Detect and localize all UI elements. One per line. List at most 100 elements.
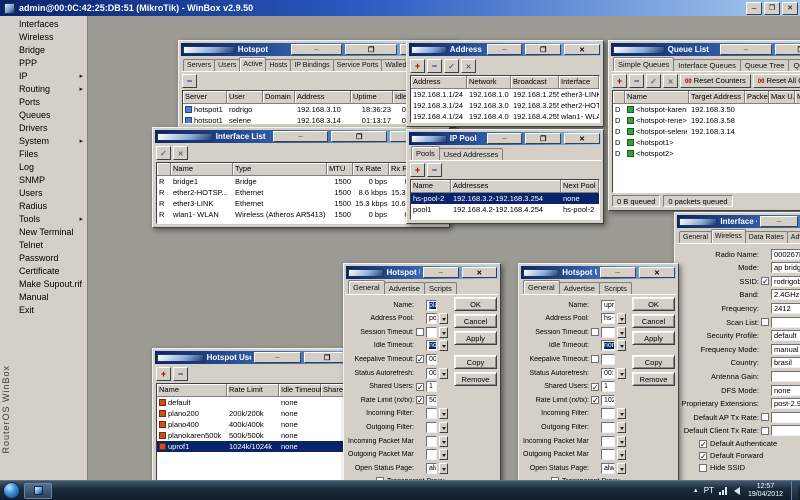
field-input[interactable]: 000267B8BSAA	[771, 249, 800, 260]
menu-item[interactable]: Drivers ▸	[16, 122, 87, 135]
column-header[interactable]	[157, 163, 171, 176]
close-icon[interactable]	[639, 267, 675, 278]
field-input[interactable]	[601, 436, 615, 447]
tab[interactable]: Scripts	[599, 282, 632, 294]
menu-item[interactable]: New Terminal ▸	[16, 226, 87, 239]
dropdown-arrow-icon[interactable]	[439, 368, 448, 379]
dialog-button[interactable]: Remove	[454, 372, 497, 386]
maximize-icon[interactable]	[764, 2, 780, 15]
field-input[interactable]: always	[601, 463, 615, 474]
dialog-button[interactable]: Remove	[632, 372, 675, 386]
column-header[interactable]: Uptime	[351, 91, 393, 104]
tab[interactable]: Queue Types	[788, 59, 800, 71]
column-header[interactable]: Address	[411, 76, 467, 89]
menu-item[interactable]: Password ▸	[16, 252, 87, 265]
table-row[interactable]: D <hotspot2> 8 bps 24 b	[613, 148, 800, 159]
table-row[interactable]: R wlan1- WLAN Wireless (Atheros AR5413) …	[157, 209, 445, 220]
menu-item[interactable]: IP ▸	[16, 70, 87, 83]
dropdown-arrow-icon[interactable]	[439, 340, 448, 351]
dropdown-arrow-icon[interactable]	[617, 368, 626, 379]
field-input[interactable]: 1	[426, 381, 437, 392]
table-row[interactable]: R bridge1 Bridge 1500 0 bps 0 bps 0	[157, 176, 445, 187]
table-row[interactable]: D <hotspot-selene> 192.168.3.14 1024k 5.…	[613, 126, 800, 137]
menu-item[interactable]: Files ▸	[16, 148, 87, 161]
field-checkbox[interactable]	[416, 328, 424, 336]
table-row[interactable]: D <hotspot-karen> 192.168.3.50 500k 296 …	[613, 104, 800, 115]
remove-button[interactable]	[427, 163, 442, 177]
add-button[interactable]	[410, 59, 425, 73]
checkbox[interactable]	[699, 440, 707, 448]
checkbox[interactable]	[699, 464, 707, 472]
field-input[interactable]: post-2.9.25	[771, 398, 800, 409]
close-icon[interactable]	[564, 44, 600, 55]
remove-button[interactable]	[182, 74, 197, 88]
field-input[interactable]: planokaren500k	[426, 300, 437, 311]
menu-item[interactable]: Interfaces ▸	[16, 18, 87, 31]
dropdown-arrow-icon[interactable]	[439, 313, 448, 324]
minimize-icon[interactable]	[720, 44, 772, 55]
add-button[interactable]	[612, 74, 627, 88]
reset-all-counters-button[interactable]: Reset All Counters	[753, 74, 800, 88]
column-header[interactable]: Interface	[559, 76, 599, 89]
language-indicator[interactable]: PT	[704, 486, 714, 495]
tab[interactable]: Pools	[411, 146, 440, 160]
column-header[interactable]: Name	[411, 180, 451, 193]
minimize-icon[interactable]	[746, 2, 762, 15]
field-input[interactable]: 500k/500k	[426, 395, 437, 406]
minimize-icon[interactable]	[487, 133, 523, 144]
tab[interactable]: Scripts	[424, 282, 457, 294]
tab[interactable]: Hosts	[265, 59, 291, 71]
field-input[interactable]: 00:01:00	[426, 368, 437, 379]
column-header[interactable]: Tx Rate	[353, 163, 389, 176]
field-input[interactable]	[426, 422, 437, 433]
field-input[interactable]	[771, 317, 800, 328]
minimize-icon[interactable]	[423, 267, 459, 278]
menu-item[interactable]: Ports ▸	[16, 96, 87, 109]
field-input[interactable]: 00:02:00	[426, 354, 437, 365]
dropdown-arrow-icon[interactable]	[617, 422, 626, 433]
menu-item[interactable]: SNMP ▸	[16, 174, 87, 187]
checkbox-row[interactable]: Default Forward	[699, 451, 800, 461]
dropdown-arrow-icon[interactable]	[439, 449, 448, 460]
remove-button[interactable]	[427, 59, 442, 73]
menu-item[interactable]: Log ▸	[16, 161, 87, 174]
field-checkbox[interactable]	[591, 355, 599, 363]
menu-item[interactable]: Make Supout.rif ▸	[16, 278, 87, 291]
column-header[interactable]: Name	[625, 91, 689, 104]
field-checkbox[interactable]	[761, 427, 769, 435]
dropdown-arrow-icon[interactable]	[617, 327, 626, 338]
app-title-bar[interactable]: admin@00:0C:42:25:DB:51 (MikroTik) - Win…	[0, 0, 800, 16]
minimize-icon[interactable]	[487, 44, 523, 55]
dialog-button[interactable]: Apply	[454, 331, 497, 345]
field-checkbox[interactable]	[416, 396, 424, 404]
column-header[interactable]: Server	[183, 91, 227, 104]
table-row[interactable]: hs-pool-2 192.168.3.2-192.168.3.254 none	[411, 193, 599, 204]
dropdown-arrow-icon[interactable]	[439, 463, 448, 474]
menu-item[interactable]: Manual ▸	[16, 291, 87, 304]
field-checkbox[interactable]	[591, 383, 599, 391]
reset-counters-button[interactable]: Reset Counters	[680, 74, 751, 88]
tab[interactable]: Used Addresses	[439, 148, 504, 160]
minimize-icon[interactable]	[273, 131, 329, 142]
field-checkbox[interactable]	[416, 355, 424, 363]
clock[interactable]: 12:57 19/04/2012	[745, 483, 786, 499]
volume-icon[interactable]	[734, 487, 740, 495]
dialog-button[interactable]: OK	[632, 297, 675, 311]
field-input[interactable]	[426, 327, 437, 338]
maximize-icon[interactable]	[775, 44, 800, 55]
column-header[interactable]: Next Pool	[561, 180, 599, 193]
enable-button[interactable]	[646, 74, 661, 88]
enable-button[interactable]	[444, 59, 459, 73]
tab[interactable]: Interface Queues	[673, 59, 741, 71]
field-input[interactable]: manual txpower	[771, 344, 800, 355]
minimize-icon[interactable]	[254, 352, 301, 363]
table-row[interactable]: D <hotspot1> 8 bps 24 b	[613, 137, 800, 148]
column-header[interactable]: Addresses	[451, 180, 561, 193]
dialog-button[interactable]: Cancel	[632, 314, 675, 328]
tab[interactable]: General	[679, 231, 712, 243]
tab[interactable]: Active	[239, 57, 266, 71]
field-input[interactable]: 00:01:00	[601, 368, 615, 379]
minimize-icon[interactable]	[760, 216, 798, 227]
dialog-button[interactable]: OK	[454, 297, 497, 311]
window-title-bar[interactable]: Interface List	[155, 130, 447, 143]
